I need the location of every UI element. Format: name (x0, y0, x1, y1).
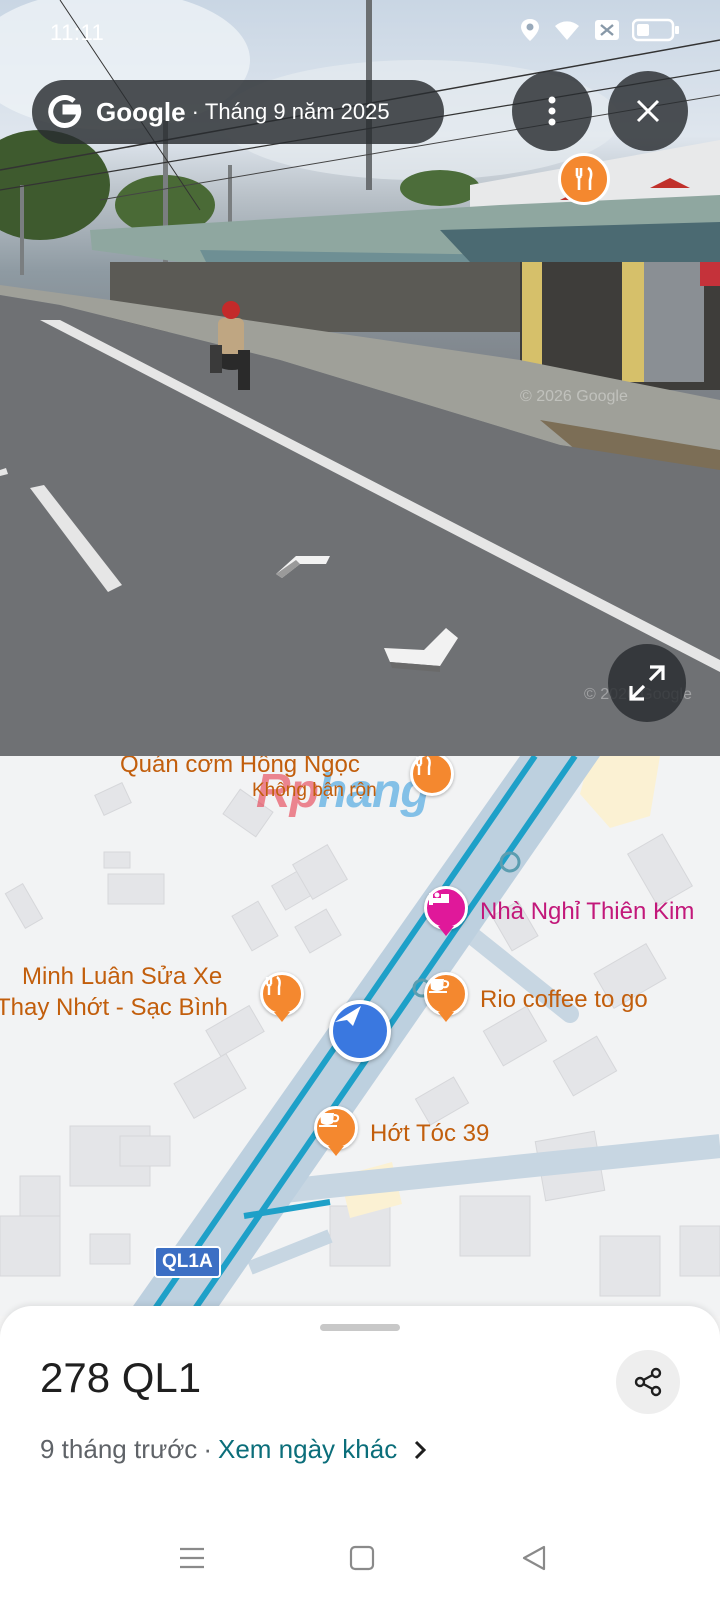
menu-icon (180, 1547, 204, 1569)
back-icon (522, 1545, 546, 1571)
google-brand-label: Google (96, 96, 186, 127)
home-button[interactable] (342, 1538, 382, 1578)
status-icons (520, 18, 680, 42)
close-icon (636, 99, 660, 123)
street-view-nav-arrow-forward[interactable] (384, 628, 464, 677)
more-options-button[interactable] (512, 71, 592, 151)
map-view[interactable]: Rphang Quán cơm Hồng Ngọc Không bận rộn … (0, 756, 720, 1316)
pin-tail (438, 926, 454, 936)
imagery-age: 9 tháng trước (40, 1434, 198, 1464)
back-button[interactable] (514, 1538, 554, 1578)
poi-pin-minh-luan[interactable] (260, 972, 304, 1016)
share-icon (634, 1367, 662, 1397)
share-button[interactable] (616, 1350, 680, 1414)
pin-tail (328, 1146, 344, 1156)
row-separator: · (203, 1434, 212, 1464)
capture-date: Tháng 9 năm 2025 (204, 99, 390, 124)
poi-name: Minh Luân Sửa Xe (22, 963, 223, 990)
poi-label-quan-com[interactable]: Quán cơm Hồng Ngọc (120, 756, 360, 780)
chevron-right-icon[interactable] (413, 1439, 427, 1461)
wifi-icon (555, 21, 579, 40)
street-view-panorama[interactable]: © 2026 Google © 2026 Google 11:11 Google… (0, 0, 720, 756)
poi-label-rio-coffee[interactable]: Rio coffee to go (480, 986, 648, 1014)
my-location-marker[interactable] (329, 1000, 391, 1062)
coffee-icon (429, 979, 450, 993)
more-vert-icon (548, 96, 556, 126)
poi-pin-rio-coffee[interactable] (424, 972, 468, 1016)
see-other-dates-link[interactable]: Xem ngày khác (218, 1434, 397, 1465)
sim-disabled-icon (595, 20, 619, 40)
poi-pin-nha-nghi[interactable] (424, 886, 468, 930)
poi-label-minh-luan[interactable]: Minh Luân Sửa Xe (22, 962, 222, 992)
location-icon (521, 19, 539, 41)
poi-label-nha-nghi[interactable]: Nhà Nghỉ Thiên Kim (480, 898, 694, 926)
expand-button[interactable] (608, 644, 686, 722)
restaurant-icon (265, 976, 281, 995)
imagery-date-row: 9 tháng trước · Xem ngày khác (40, 1434, 427, 1465)
home-icon (349, 1545, 375, 1571)
status-time: 11:11 (50, 20, 105, 45)
coffee-icon (319, 1113, 340, 1127)
expand-icon (629, 665, 665, 701)
restaurant-icon (415, 756, 431, 775)
pin-tail (438, 1012, 454, 1022)
recent-apps-button[interactable] (172, 1538, 212, 1578)
system-navigation-bar (0, 1520, 720, 1600)
place-title: 278 QL1 (40, 1354, 202, 1401)
street-view-info-pill: Google · Tháng 9 năm 2025 (32, 80, 444, 144)
street-view-watermark: © 2026 Google (520, 388, 628, 405)
battery-icon (632, 18, 679, 42)
hotel-icon (429, 892, 449, 905)
sheet-drag-handle[interactable] (320, 1324, 400, 1331)
street-view-restaurant-marker[interactable] (558, 153, 610, 205)
close-button[interactable] (608, 71, 688, 151)
pill-separator: · (191, 99, 199, 124)
poi-busyness: Không bận rộn (252, 780, 377, 801)
restaurant-icon (575, 166, 593, 190)
street-view-nav-arrow-back[interactable] (268, 552, 334, 585)
poi-name: Quán cơm Hồng Ngọc (120, 756, 360, 778)
poi-pin-hot-toc[interactable] (314, 1106, 358, 1150)
poi-label-hot-toc[interactable]: Hớt Tóc 39 (370, 1120, 489, 1148)
google-g-icon (48, 95, 82, 128)
poi-label-minh-luan-line2: Thay Nhớt - Sạc Bình (0, 994, 228, 1021)
navigation-arrow-icon (335, 1006, 361, 1026)
road-shield-ql1a: QL1A (154, 1246, 221, 1278)
pin-tail (274, 1012, 290, 1022)
